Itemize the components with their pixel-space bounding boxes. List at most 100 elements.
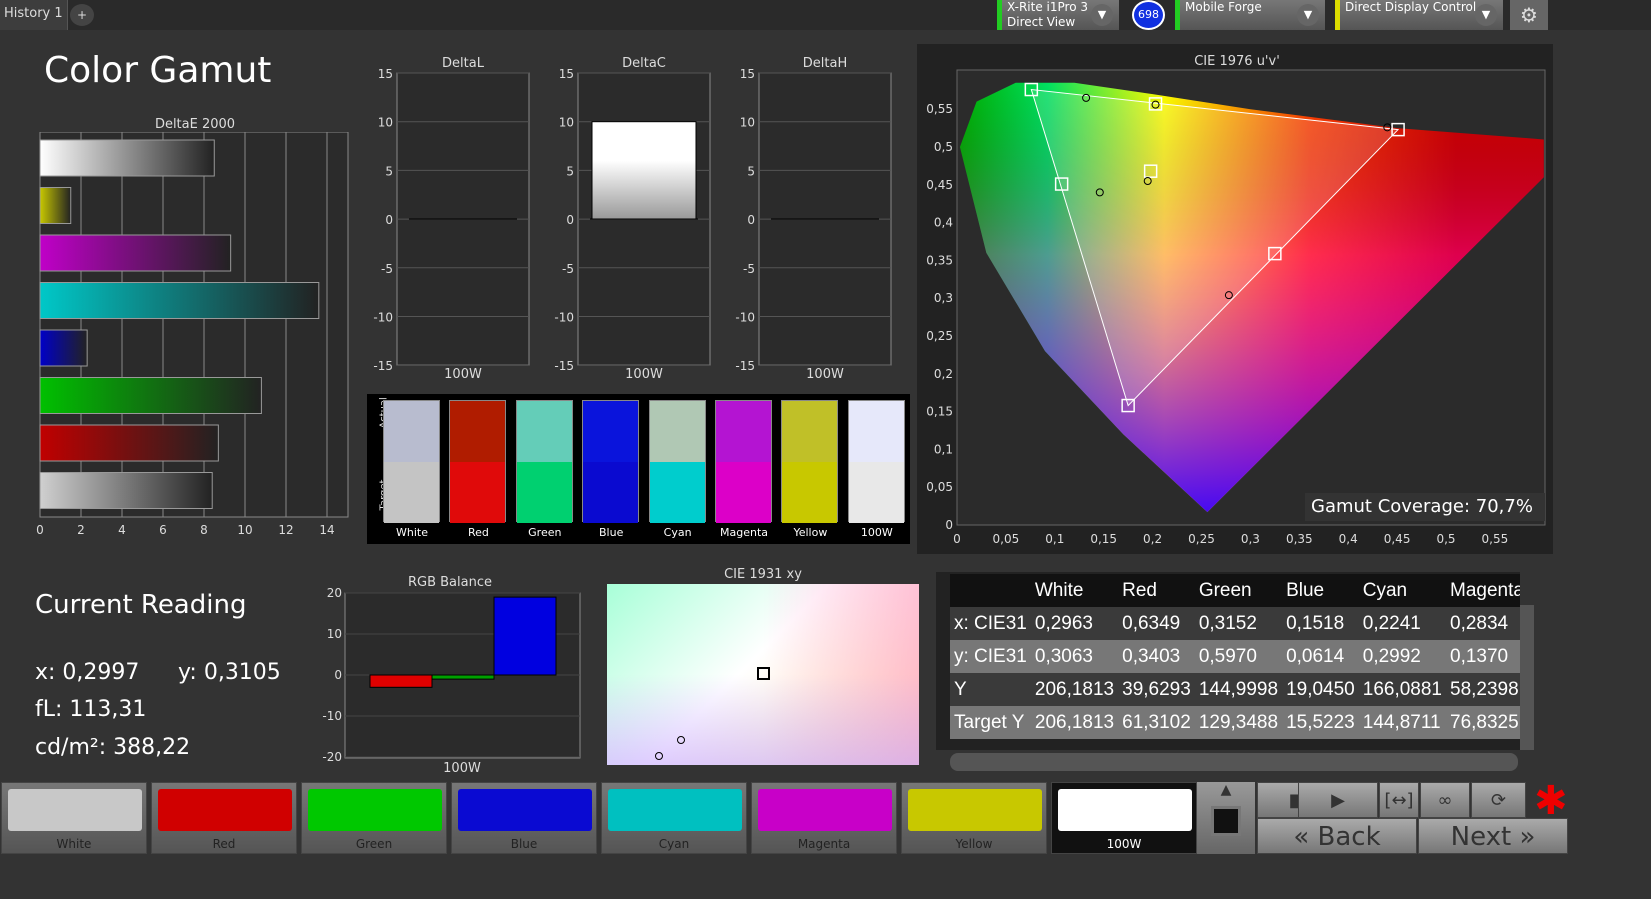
reading-fl: fL: 113,31 — [35, 697, 147, 722]
patch-100w[interactable]: 100W — [1051, 782, 1197, 854]
x-tick-label: 8 — [200, 523, 208, 537]
y-tick-label: 0,25 — [926, 329, 953, 343]
patch-red[interactable]: Red — [151, 782, 297, 854]
source-selector[interactable]: Mobile Forge ▼ — [1175, 0, 1325, 30]
cie1931-chart — [607, 584, 919, 765]
column-header: Blue — [1286, 579, 1325, 601]
y-tick-label: 0,05 — [926, 480, 953, 494]
horizontal-scrollbar[interactable] — [950, 753, 1518, 771]
meter-badge[interactable]: 698 — [1132, 0, 1165, 30]
swatch-green — [515, 400, 573, 523]
swatch-label: White — [396, 526, 428, 539]
display-name: Direct Display Control — [1345, 0, 1477, 14]
table-cell: 0,2241 — [1362, 612, 1421, 634]
range-button[interactable]: [↔] — [1379, 782, 1419, 818]
swatch-white — [383, 400, 440, 523]
actual-color — [516, 401, 572, 462]
patch-yellow[interactable]: Yellow — [901, 782, 1047, 854]
patch-scroll[interactable]: ▲ — [1197, 782, 1255, 854]
table-cell: 129,3488 — [1198, 711, 1279, 733]
chevron-down-icon: ▼ — [1297, 4, 1319, 26]
x-label: 100W — [806, 367, 844, 382]
table-row: x: CIE31 0,2963 0,6349 0,3152 0,1518 0,2241 0,… — [950, 607, 1520, 640]
swatch-label: 100W — [860, 526, 893, 539]
table-cell: 206,1813 — [1034, 711, 1115, 733]
x-label: 100W — [625, 367, 663, 382]
patch-color — [158, 789, 292, 831]
refresh-button[interactable]: ⟳ — [1471, 782, 1526, 818]
table-cell: 0,5970 — [1198, 645, 1257, 667]
chart-title: DeltaH — [803, 56, 847, 71]
deltae-bar — [39, 187, 72, 224]
swatch-label: Green — [528, 526, 562, 539]
target-color — [848, 462, 904, 523]
vertical-scrollbar[interactable] — [1520, 605, 1534, 750]
swatch-yellow — [781, 400, 839, 523]
x-tick-label: 0,35 — [1286, 532, 1313, 546]
patch-color — [458, 789, 592, 831]
x-tick-label: 14 — [319, 523, 334, 537]
patch-color — [8, 789, 142, 831]
x-label: 100W — [443, 761, 481, 775]
chevron-down-icon: ▼ — [1475, 4, 1497, 26]
gamut-coverage: Gamut Coverage: 70,7% — [1305, 493, 1545, 521]
x-tick-label: 0,15 — [1090, 532, 1117, 546]
data-table: WhiteRedGreenBlueCyanMagentaYellow10x: C… — [936, 572, 1520, 750]
table-cell: Target Y — [954, 711, 1025, 733]
loop-button[interactable]: ∞ — [1420, 782, 1470, 818]
current-reading-title: Current Reading — [35, 590, 247, 620]
y-tick-label: 15 — [740, 67, 755, 81]
table-cell: 0,2963 — [1034, 612, 1093, 634]
table-cell: 19,0450 — [1286, 678, 1355, 700]
y-tick-label: -10 — [373, 311, 393, 325]
y-tick-label: -15 — [554, 359, 574, 373]
deltae-title: DeltaE 2000 — [154, 117, 236, 132]
chevron-right-icon: » — [1511, 822, 1536, 852]
patch-cyan[interactable]: Cyan — [601, 782, 747, 854]
patch-color — [608, 789, 742, 831]
table-cell: 0,2992 — [1362, 645, 1421, 667]
swatch-label: Cyan — [663, 526, 692, 539]
add-tab-button[interactable]: + — [70, 4, 94, 26]
back-label: Back — [1317, 822, 1381, 852]
play-button[interactable]: ▶ — [1298, 782, 1378, 818]
gear-icon[interactable]: ⚙ — [1510, 0, 1548, 30]
meter-selector[interactable]: X-Rite i1Pro 3 Direct View ▼ — [997, 0, 1119, 30]
y-tick-label: -10 — [322, 709, 342, 723]
deltae-bar — [39, 377, 262, 414]
y-tick-label: 10 — [327, 627, 342, 641]
tab-history-1[interactable]: History 1 — [0, 0, 68, 30]
measured-marker — [677, 736, 685, 744]
stop-square-icon[interactable] — [1211, 806, 1241, 836]
y-tick-label: -5 — [743, 262, 755, 276]
patch-green[interactable]: Green — [301, 782, 447, 854]
x-tick-label: 0,55 — [1482, 532, 1509, 546]
back-button[interactable]: « Back — [1257, 818, 1417, 854]
patch-white[interactable]: White — [1, 782, 147, 854]
status-bar — [1335, 0, 1340, 30]
table-row: Y 206,1813 39,6293 144,9998 19,0450 166,0881 5… — [950, 673, 1520, 706]
rgb-bar — [369, 674, 433, 688]
actual-color — [384, 401, 439, 462]
y-tick-label: -20 — [322, 750, 342, 764]
swatch-blue — [582, 400, 640, 523]
display-selector[interactable]: Direct Display Control ▼ — [1335, 0, 1503, 30]
x-tick-label: 0,2 — [1143, 532, 1162, 546]
swatch-label: Blue — [599, 526, 624, 539]
patch-magenta[interactable]: Magenta — [751, 782, 897, 854]
target-color — [782, 462, 838, 523]
x-tick-label: 0,3 — [1241, 532, 1260, 546]
patch-color — [308, 789, 442, 831]
page-title: Color Gamut — [44, 50, 272, 91]
table-cell: y: CIE31 — [954, 645, 1027, 667]
status-bar — [1175, 0, 1180, 30]
table-cell: 76,8325 — [1450, 711, 1519, 733]
swatch-100w — [847, 400, 905, 523]
patch-blue[interactable]: Blue — [451, 782, 597, 854]
y-tick-label: 10 — [559, 116, 574, 130]
y-tick-label: 5 — [566, 164, 574, 178]
target-color — [649, 462, 705, 523]
chevron-up-icon[interactable]: ▲ — [1197, 782, 1255, 798]
white-target-marker — [757, 667, 770, 680]
swatch-label: Magenta — [719, 526, 768, 539]
